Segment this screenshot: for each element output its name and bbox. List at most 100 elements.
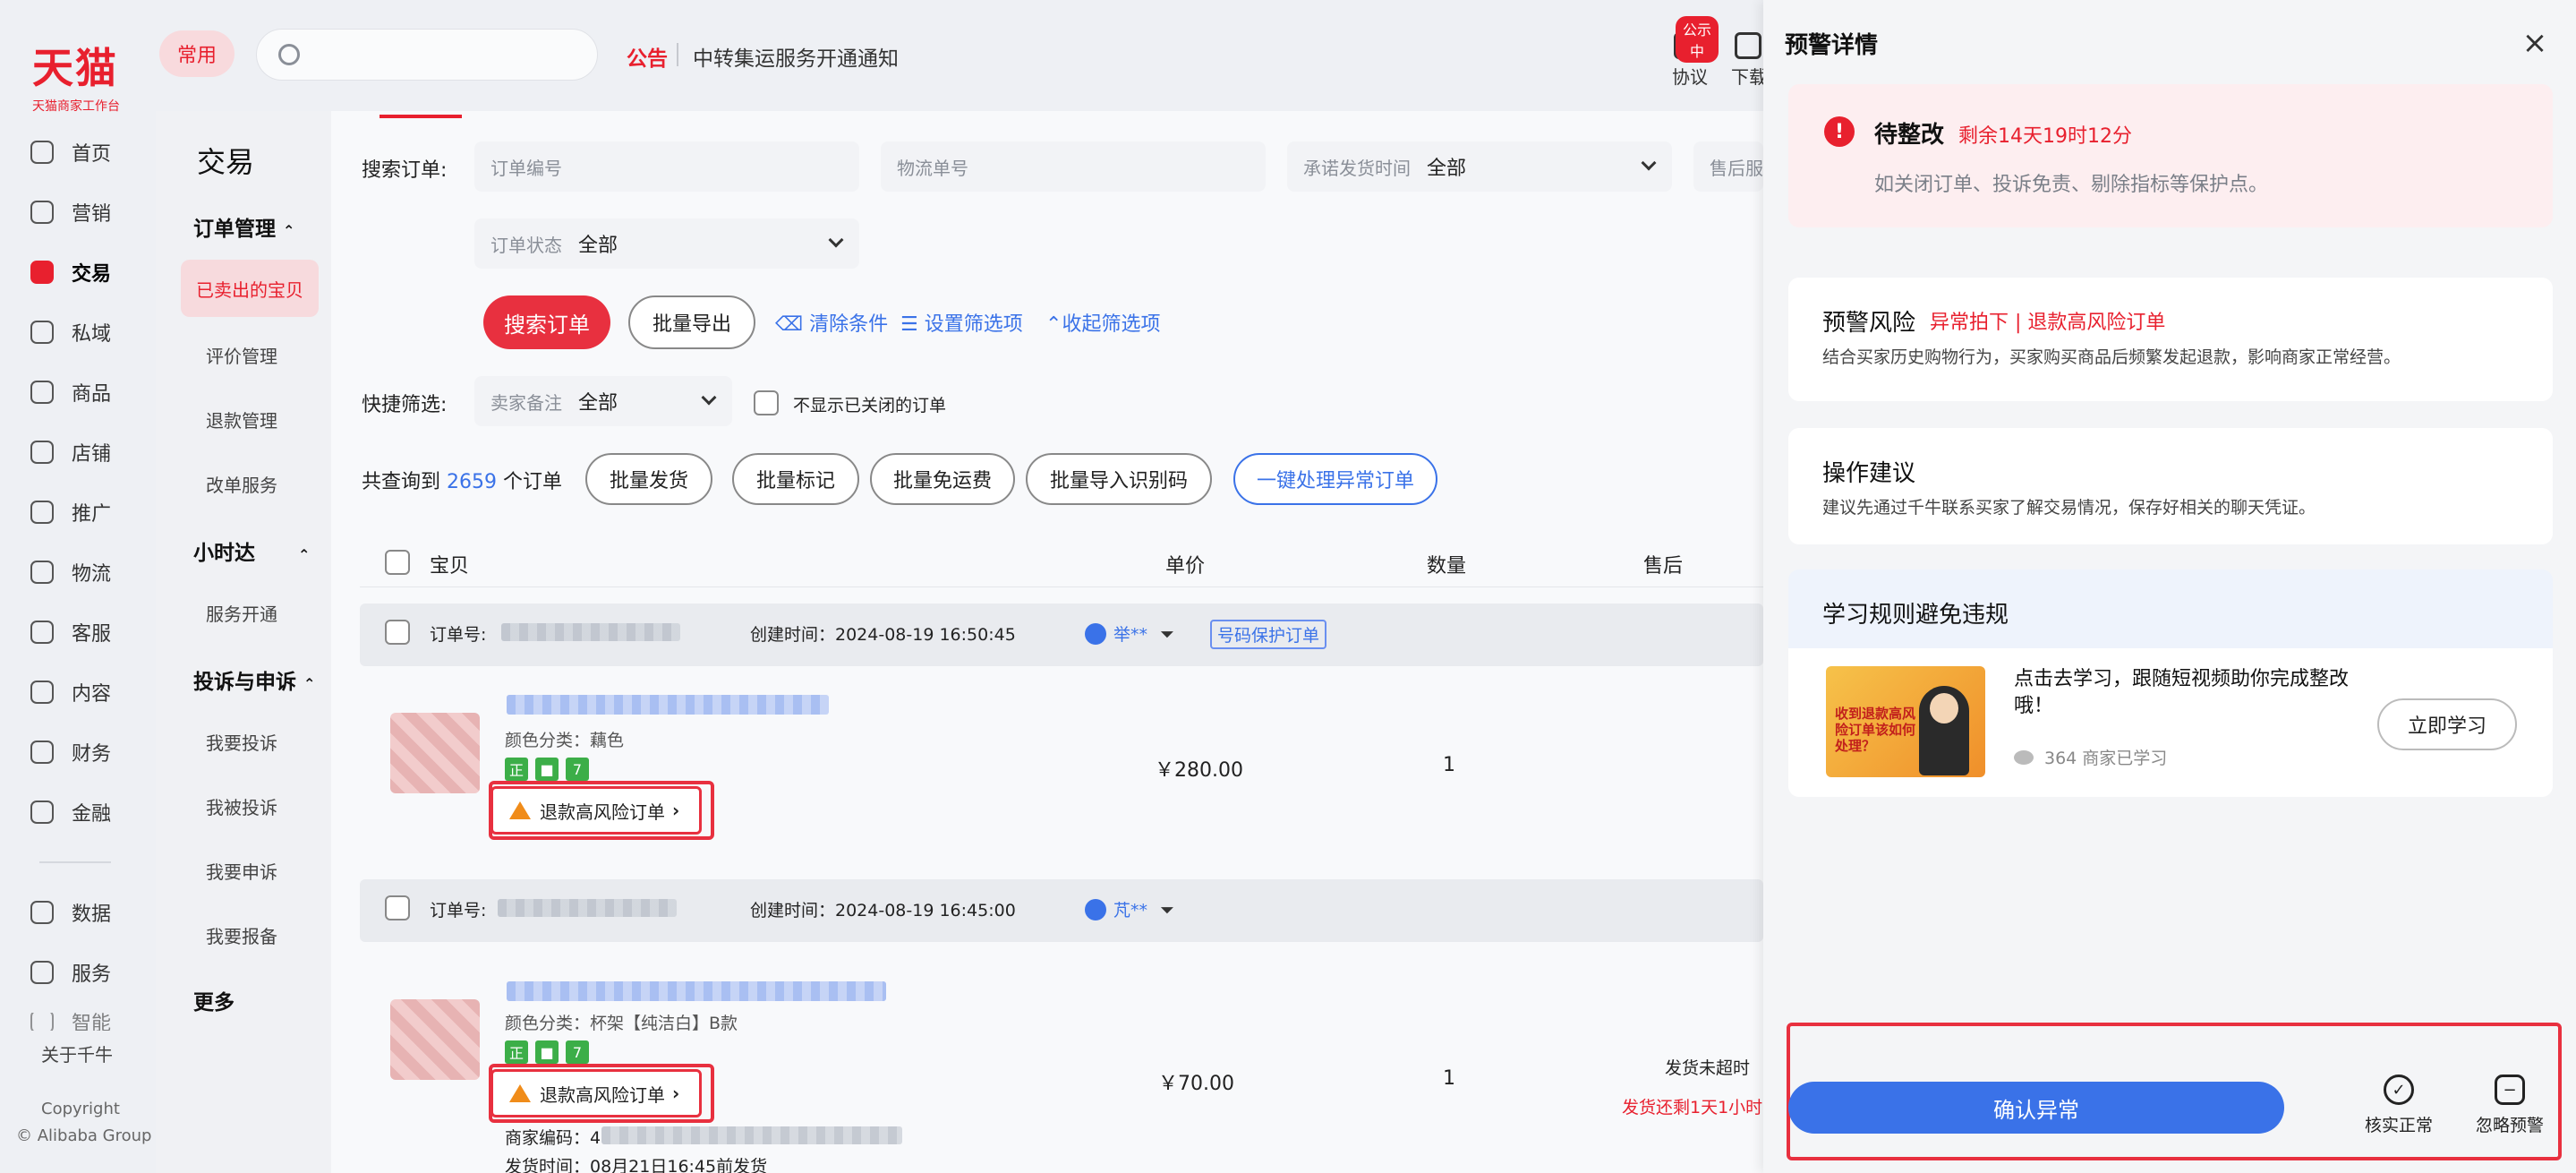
batch-mark-button[interactable]: 批量标记 [732, 453, 859, 505]
logistics-no-input[interactable]: 物流单号 [881, 141, 1266, 192]
nav-item-smart[interactable]: 智能 [30, 1013, 147, 1031]
learn-now-button[interactable]: 立即学习 [2377, 698, 2517, 750]
order-no-masked [501, 623, 680, 641]
nav-item-fintech[interactable]: 金融 [30, 792, 147, 832]
order-checkbox[interactable] [385, 895, 410, 920]
risk-desc: 结合买家历史购物行为，买家购买商品后频繁发起退款，影响商家正常经营。 [1822, 347, 2401, 367]
order-checkbox[interactable] [385, 620, 410, 645]
submenu-item-sold[interactable]: 已卖出的宝贝 [181, 260, 319, 317]
eraser-icon: ⌫ [775, 313, 810, 336]
col-price: 单价 [1165, 555, 1206, 578]
nav-item-home[interactable]: 首页 [30, 133, 147, 172]
order-no-input[interactable]: 订单编号 [474, 141, 859, 192]
buyer-name[interactable]: 举** [1113, 621, 1147, 646]
about-link[interactable]: 关于千牛 [41, 1040, 113, 1066]
search-orders-button[interactable]: 搜索订单 [483, 295, 610, 349]
nav-item-goods[interactable]: 商品 [30, 372, 147, 412]
chevron-up-icon: ⌃ [283, 222, 295, 239]
verify-normal-button[interactable]: ✓ 核实正常 [2354, 1075, 2444, 1136]
nav-item-finance[interactable]: 财务 [30, 732, 147, 772]
submenu-group-orders[interactable]: 订单管理 ⌃ [193, 211, 294, 242]
buyer-name[interactable]: 芃** [1113, 897, 1147, 921]
submenu-item-report[interactable]: 我要报备 [206, 922, 277, 948]
product-thumbnail[interactable] [390, 999, 480, 1080]
submenu-group-complaints[interactable]: 投诉与申诉 ⌃ [193, 664, 315, 695]
nav-item-data[interactable]: 数据 [30, 893, 147, 932]
seven-day-tag-icon: 7 [566, 1040, 589, 1064]
rail-divider [39, 861, 111, 863]
aftersale-select[interactable]: 售后服务 [1693, 141, 1763, 192]
learn-video-thumbnail[interactable]: 收到退款高风险订单该如何处理？ [1826, 666, 1985, 777]
nav-item-service[interactable]: 客服 [30, 612, 147, 652]
select-all-checkbox[interactable] [385, 550, 410, 575]
promise-time-select[interactable]: 承诺发货时间 全部 [1287, 141, 1672, 192]
product-tags: 正 ■ 7 [505, 1040, 589, 1064]
order-created-time: 创建时间：2024-08-19 16:45:00 [750, 901, 1016, 920]
ship-remaining: 发货还剩1天1小时 [1622, 1098, 1763, 1117]
order-no-label: 订单号: [430, 901, 487, 920]
check-circle-icon: ✓ [2384, 1075, 2414, 1105]
notice-separator [677, 43, 678, 66]
nav-item-trade[interactable]: 交易 [30, 253, 147, 292]
seller-memo-select[interactable]: 卖家备注 全部 [474, 376, 732, 426]
collapse-filters-link[interactable]: ⌃收起筛选项 [1045, 308, 1160, 337]
submenu-item-modify[interactable]: 改单服务 [206, 471, 277, 497]
submenu-group-hourly[interactable]: 小时达 ⌃ [193, 535, 310, 566]
product-title-masked[interactable] [507, 695, 829, 715]
submenu-item-complain[interactable]: 我要投诉 [206, 729, 277, 755]
nav-item-store[interactable]: 店铺 [30, 432, 147, 472]
search-icon [278, 44, 300, 65]
batch-free-shipping-button[interactable]: 批量免运费 [870, 453, 1015, 505]
submenu-item-appeal[interactable]: 我要申诉 [206, 858, 277, 884]
confirm-abnormal-button[interactable]: 确认异常 [1788, 1082, 2284, 1134]
clear-conditions-link[interactable]: ⌫ 清除条件 [775, 308, 888, 337]
filter-icon[interactable]: ⏷ [1160, 623, 1174, 645]
product-thumbnail[interactable] [390, 713, 480, 793]
tab-indicator [380, 115, 462, 118]
col-aftersale: 售后 [1643, 555, 1684, 578]
order-status-select[interactable]: 订单状态 全部 [474, 218, 859, 269]
headset-icon [30, 621, 54, 644]
filter-settings-link[interactable]: ☰ 设置筛选项 [900, 308, 1023, 337]
submenu-item-complained[interactable]: 我被投诉 [206, 793, 277, 819]
trade-icon [30, 261, 54, 284]
global-search-input[interactable] [256, 29, 598, 81]
nav-item-private[interactable]: 私域 [30, 313, 147, 352]
favorites-chip[interactable]: 常用 [159, 30, 235, 77]
protocol-badge: 公示中 [1676, 16, 1719, 63]
batch-import-code-button[interactable]: 批量导入识别码 [1026, 453, 1212, 505]
protocol-icon: 公示中 [1661, 16, 1719, 63]
handle-abnormal-button[interactable]: 一键处理异常订单 [1233, 453, 1437, 505]
notice-link[interactable]: 中转集运服务开通通知 [693, 41, 899, 72]
batch-export-button[interactable]: 批量导出 [628, 295, 755, 349]
batch-ship-button[interactable]: 批量发货 [585, 453, 712, 505]
submenu-more[interactable]: 更多 [193, 985, 235, 1015]
product-title-masked[interactable] [507, 981, 886, 1001]
nav-item-services[interactable]: 服务 [30, 953, 147, 992]
product-color: 颜色分类：藕色 [505, 731, 625, 750]
hash-icon [30, 681, 54, 704]
ignore-alert-button[interactable]: − 忽略预警 [2465, 1075, 2555, 1136]
table-header [360, 535, 1763, 587]
product-color: 颜色分类：杯架【纯洁白】B款 [505, 1014, 738, 1033]
badge-tag-icon: ■ [535, 1040, 559, 1064]
download-button[interactable]: 下载 [1731, 20, 1763, 89]
presenter-face [1930, 693, 1958, 723]
close-icon[interactable]: × [2519, 27, 2551, 59]
nav-item-content[interactable]: 内容 [30, 672, 147, 712]
nav-item-promote[interactable]: 推广 [30, 492, 147, 532]
eye-icon [2014, 749, 2034, 765]
tmall-logo[interactable]: 天猫 天猫商家工作台 [32, 36, 120, 115]
number-protection-tag: 号码保护订单 [1210, 620, 1327, 649]
risk-type: 异常拍下 | 退款高风险订单 [1930, 312, 2166, 334]
filter-icon[interactable]: ⏷ [1160, 899, 1174, 920]
risk-title: 预警风险 [1822, 310, 1916, 337]
nav-item-marketing[interactable]: 营销 [30, 193, 147, 232]
submenu-item-refund[interactable]: 退款管理 [206, 407, 277, 432]
protocol-button[interactable]: 公示中 协议 [1661, 16, 1719, 89]
submenu-item-review[interactable]: 评价管理 [206, 342, 277, 368]
nav-item-logistics[interactable]: 物流 [30, 552, 147, 592]
submenu-item-activate[interactable]: 服务开通 [206, 600, 277, 626]
hide-closed-checkbox[interactable] [754, 390, 779, 415]
yen-icon [30, 741, 54, 764]
